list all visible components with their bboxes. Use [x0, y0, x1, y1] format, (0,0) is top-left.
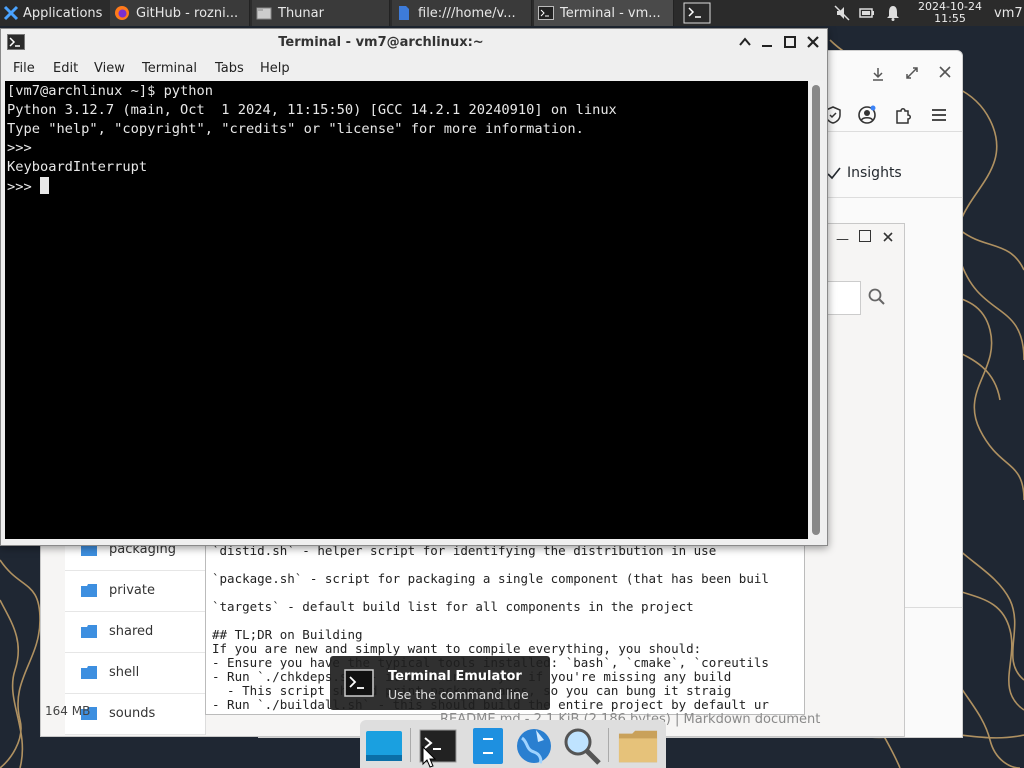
menu-view[interactable]: View — [94, 61, 125, 76]
applications-menu[interactable]: Applications — [0, 0, 108, 26]
sidebar-item-shell[interactable]: shell — [65, 652, 205, 694]
text-cursor — [39, 177, 49, 194]
dock-app-finder[interactable] — [562, 726, 602, 766]
markdown-line: If you are new and simply want to compil… — [212, 641, 702, 656]
sidebar-item-label: sounds — [109, 706, 156, 721]
xfce-logo-icon — [3, 5, 19, 21]
terminal-window: Terminal - vm7@archlinux:~ File Edit Vie… — [0, 28, 828, 546]
workspace-switcher[interactable] — [680, 0, 714, 26]
maximize-icon[interactable] — [782, 34, 798, 50]
sidebar-item-label: private — [109, 583, 155, 598]
applications-label: Applications — [23, 5, 103, 21]
magnifier-icon — [564, 728, 601, 765]
dock-show-desktop[interactable] — [364, 726, 404, 766]
markdown-line: `targets` - default build list for all c… — [212, 599, 694, 614]
clock-time: 11:55 — [934, 12, 966, 25]
sidebar-item-private[interactable]: private — [65, 570, 205, 612]
terminal-icon — [683, 2, 711, 24]
terminal-prompt: >>> — [7, 179, 40, 195]
folder-icon — [81, 666, 97, 679]
terminal-line: [vm7@archlinux ~]$ python — [7, 83, 214, 99]
menu-terminal[interactable]: Terminal — [142, 61, 197, 76]
mute-icon[interactable] — [834, 5, 850, 21]
terminal-icon — [538, 6, 554, 20]
extensions-icon[interactable] — [893, 105, 913, 125]
document-icon — [399, 6, 409, 20]
globe-icon — [517, 729, 551, 764]
terminal-line: >>> — [7, 140, 32, 156]
dock — [360, 720, 666, 768]
battery-icon[interactable] — [859, 5, 875, 21]
chevron-up-icon[interactable] — [737, 34, 753, 50]
task-label: Terminal - vm... — [560, 5, 661, 21]
close-icon[interactable] — [805, 34, 821, 50]
search-icon[interactable] — [868, 288, 886, 306]
dock-home-folder[interactable] — [618, 726, 658, 766]
menu-help[interactable]: Help — [260, 61, 290, 76]
user-menu[interactable]: vm7 — [994, 0, 1023, 26]
close-icon[interactable] — [883, 232, 893, 242]
notification-bell-icon[interactable] — [885, 5, 901, 21]
hamburger-menu-icon[interactable] — [929, 105, 949, 125]
task-label: Thunar — [278, 5, 324, 21]
markdown-line: `package.sh` - script for packaging a si… — [212, 571, 769, 586]
scrollbar-thumb[interactable] — [812, 85, 820, 535]
terminal-line: KeyboardInterrupt — [7, 159, 148, 175]
sidebar-item-shared[interactable]: shared — [65, 611, 205, 653]
task-thunar[interactable]: Thunar — [252, 0, 390, 26]
clock[interactable]: 2024-10-24 11:55 — [908, 1, 992, 25]
menu-tabs[interactable]: Tabs — [215, 61, 244, 76]
sidebar-item-label: shell — [109, 665, 140, 680]
dock-web-browser[interactable] — [514, 726, 554, 766]
folder-icon — [618, 730, 658, 763]
insights-label: Insights — [847, 165, 902, 181]
markdown-line: ## TL;DR on Building — [212, 627, 363, 642]
dock-tooltip: Terminal Emulator Use the command line — [330, 656, 550, 710]
download-icon[interactable] — [871, 67, 885, 81]
close-icon[interactable] — [939, 66, 951, 78]
terminal-scrollbar[interactable] — [809, 81, 823, 539]
terminal-prompt-line: >>> — [7, 177, 49, 197]
desktop-icon — [366, 731, 402, 761]
terminal-icon — [344, 669, 374, 697]
terminal-titlebar[interactable]: Terminal - vm7@archlinux:~ — [1, 29, 827, 57]
file-manager-icon — [256, 7, 272, 20]
thunar-status: 164 MB — [45, 704, 91, 718]
tooltip-subtitle: Use the command line — [388, 687, 529, 702]
terminal-line: Python 3.12.7 (main, Oct 1 2024, 11:15:5… — [7, 102, 617, 118]
dock-separator — [608, 728, 609, 762]
task-label: GitHub - rozni... — [136, 5, 239, 21]
mouse-pointer-icon — [422, 746, 436, 768]
terminal-output[interactable]: [vm7@archlinux ~]$ python Python 3.12.7 … — [5, 81, 808, 539]
window-title: Terminal - vm7@archlinux:~ — [278, 35, 484, 50]
firefox-icon — [115, 6, 129, 20]
file-cabinet-icon — [473, 728, 503, 764]
graph-icon — [827, 167, 841, 180]
fullscreen-icon[interactable] — [905, 66, 919, 80]
sidebar-item-label: shared — [109, 624, 154, 639]
tab-divider — [827, 197, 962, 198]
top-panel: Applications GitHub - rozni... Thunar fi… — [0, 0, 1024, 26]
folder-icon — [81, 625, 97, 638]
task-terminal[interactable]: Terminal - vm... — [534, 0, 674, 26]
maximize-button[interactable] — [859, 230, 871, 242]
dock-separator — [410, 728, 411, 762]
tab-insights[interactable]: Insights — [827, 165, 902, 181]
tooltip-title: Terminal Emulator — [388, 669, 522, 684]
task-label: file:///home/v... — [418, 5, 516, 21]
dock-file-manager[interactable] — [468, 726, 508, 766]
minimize-button[interactable]: — — [836, 232, 849, 247]
task-github[interactable]: GitHub - rozni... — [110, 0, 250, 26]
terminal-menubar: File Edit View Terminal Tabs Help — [1, 57, 827, 81]
menu-edit[interactable]: Edit — [53, 61, 78, 76]
menu-file[interactable]: File — [13, 61, 35, 76]
toolbar-divider — [819, 131, 962, 132]
task-file-browser[interactable]: file:///home/v... — [392, 0, 532, 26]
terminal-line: Type "help", "copyright", "credits" or "… — [7, 121, 584, 137]
minimize-icon[interactable] — [759, 34, 775, 50]
account-icon[interactable] — [857, 105, 877, 125]
folder-icon — [81, 584, 97, 597]
